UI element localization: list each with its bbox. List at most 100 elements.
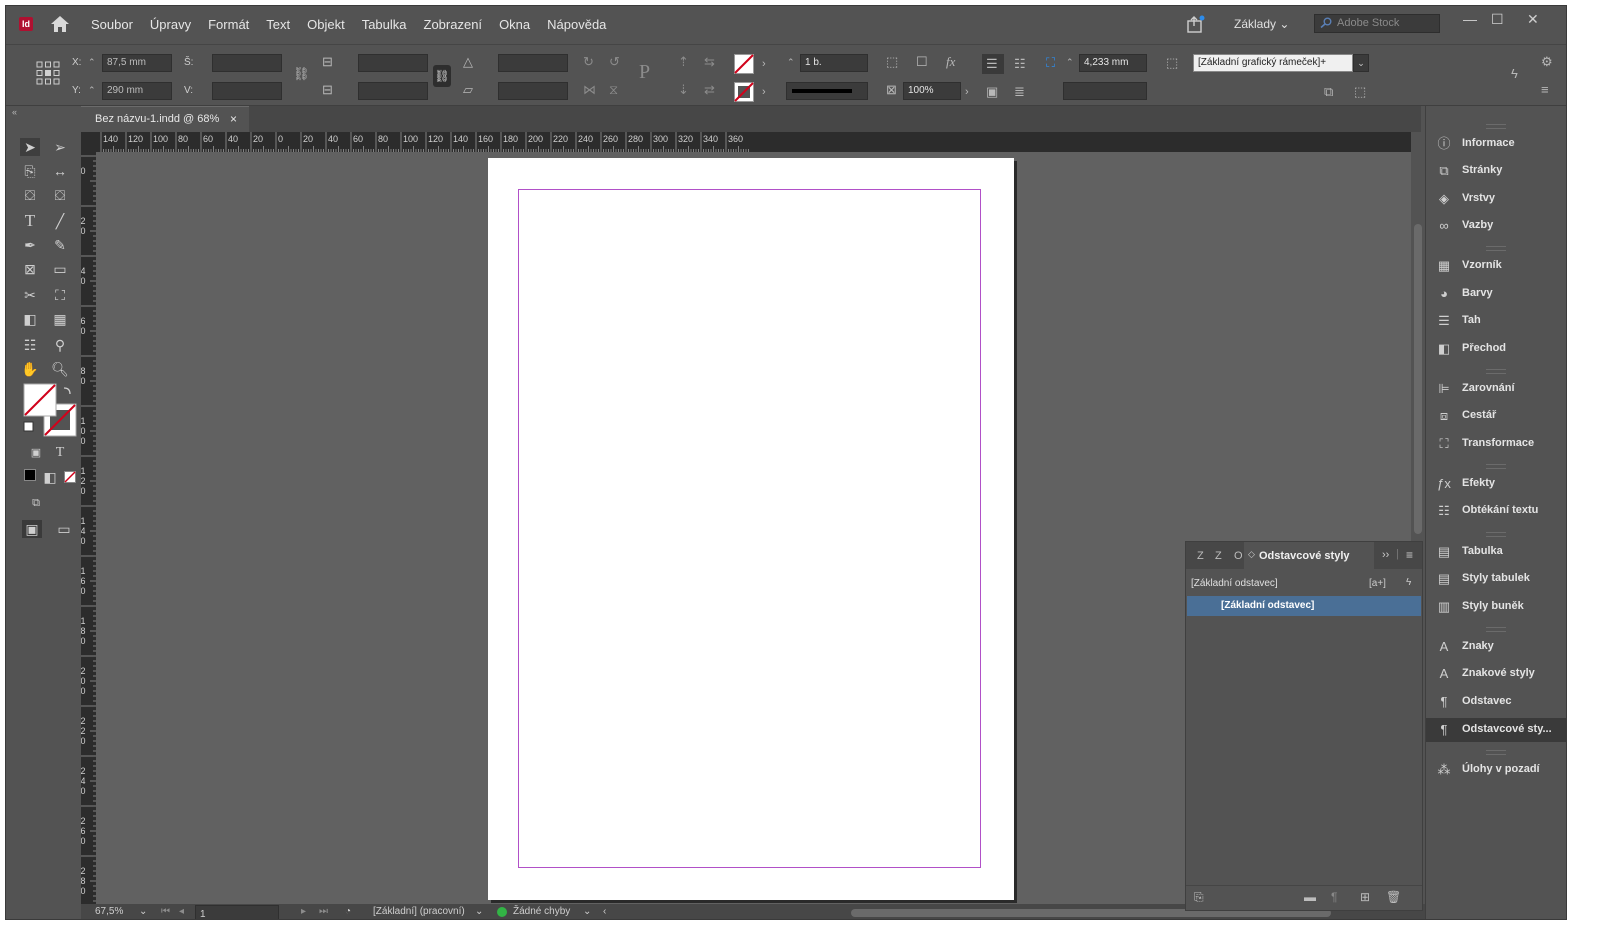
fill-none-swatch-icon[interactable] [734,54,754,74]
load-styles-icon[interactable]: ⎘ [1194,890,1204,905]
minimize-button[interactable]: — [1463,11,1477,27]
panel-group-grip[interactable] [1486,464,1506,469]
close-window-button[interactable]: ✕ [1527,11,1539,28]
stroke-menu-arrow-icon[interactable]: › [762,85,766,99]
menu-item[interactable]: Úpravy [150,17,191,32]
panel-tab[interactable]: Z [1215,550,1222,562]
panel-item-table-styles[interactable]: ▤ Styly tabulek [1426,567,1566,591]
menu-item[interactable]: Soubor [91,17,133,32]
panel-item-paragraph-styles[interactable]: ¶ Odstavcové sty... [1426,718,1566,742]
gap-tool-icon[interactable]: ⛶ [1046,56,1055,70]
rectangle-tool-icon[interactable]: ▭ [50,260,70,278]
apply-none-icon[interactable] [64,471,76,483]
chevron-down-icon[interactable]: ⌄ [475,906,483,917]
shear-field[interactable] [498,82,568,100]
gradient-feather-tool-icon[interactable]: ▦ [50,310,70,328]
select-next-icon[interactable]: ⇄ [704,83,715,97]
list-item[interactable]: [Základní odstavec] [1187,596,1421,616]
stroke-type-select[interactable] [786,82,868,100]
content-collector-icon[interactable]: ⛋ [20,186,40,204]
stroke-swatch-icon[interactable] [734,82,754,102]
corner-shape-icon[interactable]: ☐ [916,55,928,69]
selection-tool-icon[interactable]: ➤ [20,138,40,156]
screen-mode-icon[interactable]: ⧉ [26,494,46,512]
document-tab[interactable]: Bez názvu-1.indd @ 68% × [81,106,249,132]
zoom-level[interactable]: 67,5% [95,906,123,917]
object-style-select[interactable]: [Základní grafický rámeček]+ [1193,54,1353,72]
ruler-origin[interactable] [81,132,96,152]
stepper-icon[interactable]: ⌃ [88,83,96,97]
select-previous-icon[interactable]: ⇆ [704,55,715,69]
panel-item-cell-styles[interactable]: ▥ Styly buněk [1426,595,1566,619]
panel-group-grip[interactable] [1486,369,1506,374]
stepper-icon[interactable]: ⌃ [88,55,96,69]
normal-view-icon[interactable]: ▣ [22,520,42,538]
apply-gradient-icon[interactable]: ◧ [40,468,60,486]
collapse-left-icon[interactable]: « [12,105,17,119]
rectangle-frame-tool-icon[interactable]: ⊠ [20,260,40,278]
gear-icon[interactable]: ⚙ [1541,55,1553,69]
panel-item-links[interactable]: ∞ Vazby [1426,214,1566,238]
type-tool-icon[interactable]: T [20,212,40,230]
scale-y-field[interactable] [358,82,428,100]
share-icon[interactable] [1186,15,1206,33]
menu-item[interactable]: Text [266,17,290,32]
panel-tab[interactable]: O [1234,550,1243,562]
new-style-from-selection-icon[interactable]: [a+] [1369,578,1386,589]
menu-item[interactable]: Formát [208,17,249,32]
fill-stroke-swatches-icon[interactable] [22,382,78,438]
new-style-icon[interactable]: ⊞ [1360,890,1370,904]
gap-tool-icon[interactable]: ↔ [50,162,70,180]
panel-item-effects[interactable]: ƒx Efekty [1426,472,1566,496]
formatting-container-icon[interactable]: ▣ [26,444,46,462]
text-wrap-bbox-icon[interactable]: ☷ [1014,57,1026,71]
flip-vertical-icon[interactable]: ⧖ [609,83,618,97]
menu-item[interactable]: Zobrazení [424,17,483,32]
flip-horizontal-icon[interactable]: ⋈ [583,83,596,97]
panel-item-table[interactable]: ▤ Tabulka [1426,540,1566,564]
corner-options-icon[interactable]: ⬚ [886,55,898,69]
fill-menu-arrow-icon[interactable]: › [762,57,766,71]
fx-icon[interactable]: fx [946,55,955,69]
pen-tool-icon[interactable]: ✒ [20,236,40,254]
link-scale-icon[interactable]: ⛓ [433,65,451,87]
auto-fit-icon[interactable]: ▣ [986,85,998,99]
opacity-menu-arrow-icon[interactable]: › [965,85,969,99]
panel-item-text-wrap[interactable]: ☷ Obtékání textu [1426,499,1566,523]
panel-group-grip[interactable] [1486,124,1506,129]
rotate-ccw-icon[interactable]: ↺ [609,55,620,69]
constrain-proportions-icon[interactable]: ⛓ [293,67,310,81]
line-tool-icon[interactable]: ╱ [50,212,70,230]
panel-item-pathfinder[interactable]: ⧈ Cestář [1426,404,1566,428]
gradient-swatch-tool-icon[interactable]: ◧ [20,310,40,328]
open-page-icon[interactable]: ◔ [345,906,351,917]
document-page[interactable] [488,158,1014,900]
panel-item-background-tasks[interactable]: ⁂ Úlohy v pozadí [1426,758,1566,782]
panel-item-color[interactable]: ◕ Barvy [1426,282,1566,306]
panel-item-layers[interactable]: ◈ Vrstvy [1426,187,1566,211]
content-placer-icon[interactable]: ⛋ [50,186,70,204]
eyedropper-tool-icon[interactable]: ⚲ [50,336,70,354]
first-page-icon[interactable]: ⏮ [161,906,170,917]
menu-item[interactable]: Tabulka [362,17,407,32]
panel-group-grip[interactable] [1486,750,1506,755]
reference-point-icon[interactable] [36,61,60,85]
scrollbar-thumb[interactable] [1414,224,1422,534]
chevron-down-icon[interactable]: ⌄ [139,906,147,917]
opacity-field[interactable]: 100% [903,82,961,100]
panel-group-grip[interactable] [1486,532,1506,537]
panel-item-gradient[interactable]: ◧ Přechod [1426,337,1566,361]
panel-group-grip[interactable] [1486,627,1506,632]
x-position-field[interactable]: 87,5 mm [102,54,172,72]
menu-item[interactable]: Okna [499,17,530,32]
direct-selection-tool-icon[interactable]: ➢ [50,138,70,156]
panel-item-transform[interactable]: ⛶ Transformace [1426,432,1566,456]
panel-menu-icon[interactable]: ≡ [1541,83,1549,97]
panel-menu-icon[interactable]: ≡ [1406,548,1413,562]
chevron-down-icon[interactable]: ⌄ [583,906,591,917]
preflight-profile[interactable]: [Základní] (pracovní) [373,906,465,917]
stepper-icon[interactable]: ⌃ [1066,55,1074,69]
select-container-icon[interactable]: ⇡ [678,55,689,69]
last-page-icon[interactable]: ⏭ [319,906,328,917]
reference-select[interactable] [1063,82,1147,100]
